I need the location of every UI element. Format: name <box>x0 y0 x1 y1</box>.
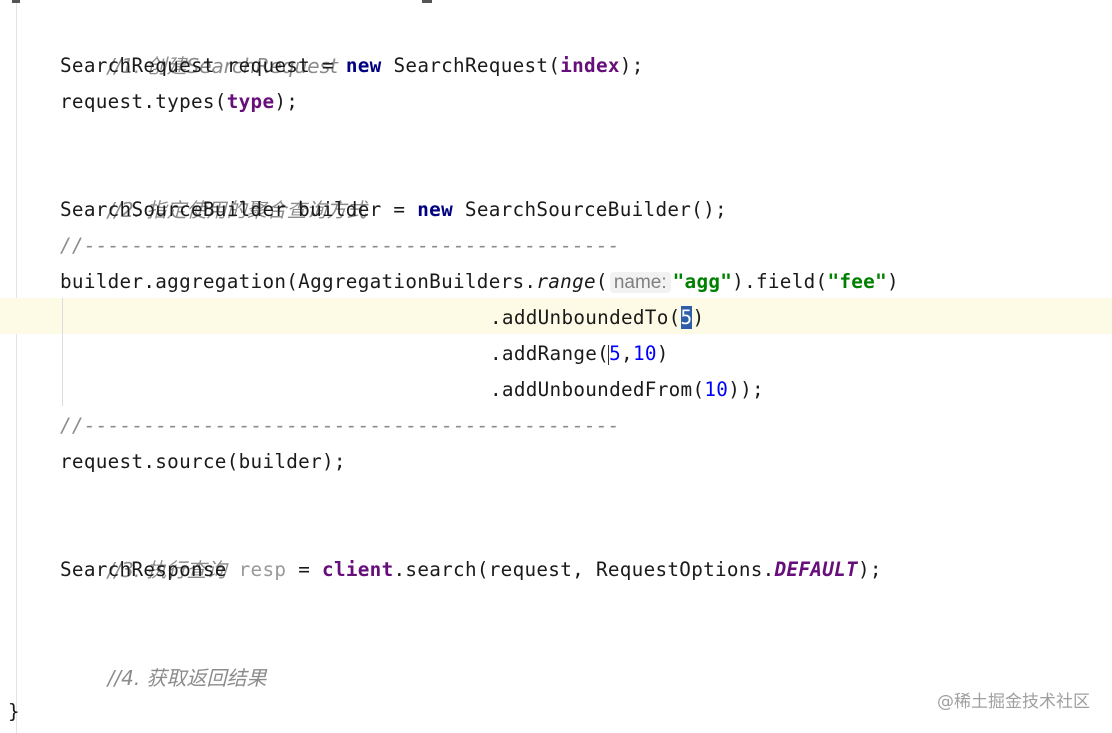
code-line-18[interactable]: //4. 获取返回结果 <box>60 624 267 690</box>
punctuation: , <box>621 342 633 365</box>
editor-gutter-border <box>16 0 17 733</box>
number-literal: 10 <box>632 342 657 365</box>
code-line-13[interactable]: request.source(builder); <box>60 444 346 480</box>
string-literal: "agg" <box>672 270 733 293</box>
selected-number[interactable]: 5 <box>680 306 693 329</box>
code-line-10[interactable]: .addRange(5,10) <box>490 336 669 372</box>
code-line-15[interactable]: //3. 执行查询 <box>60 516 227 582</box>
method-call: request.source(builder); <box>60 450 346 473</box>
method-call: .addUnboundedTo( <box>490 306 681 329</box>
code-line-12[interactable]: //--------------------------------------… <box>60 408 620 444</box>
method-call: request.types( <box>60 90 227 113</box>
divider-comment: //--------------------------------------… <box>60 234 620 257</box>
punctuation: )); <box>728 378 764 401</box>
string-literal: "fee" <box>827 270 887 293</box>
constructor-call: SearchRequest( <box>393 54 561 77</box>
code-line-2[interactable]: SearchRequest request = new SearchReques… <box>60 48 644 84</box>
punctuation: ) <box>656 342 669 365</box>
number-literal: 10 <box>704 378 729 401</box>
code-line-3[interactable]: request.types(type); <box>60 84 298 120</box>
parameter-hint: name: <box>609 272 671 293</box>
method-call: ).field( <box>732 270 828 293</box>
punctuation: ) <box>887 270 899 293</box>
punctuation: ( <box>595 270 608 293</box>
method-call: .search(request, RequestOptions. <box>393 558 775 581</box>
clipped-text-fragment <box>422 0 432 3</box>
comment: //4. 获取返回结果 <box>107 666 267 690</box>
variable: request <box>226 54 311 77</box>
method-call: .addUnboundedFrom( <box>490 378 705 401</box>
operator: = <box>298 558 311 581</box>
code-line-9[interactable]: .addUnboundedTo(5) <box>490 300 704 336</box>
constructor-call: SearchSourceBuilder(); <box>464 198 727 221</box>
indent-guide <box>62 298 63 406</box>
field-ref: index <box>560 54 620 77</box>
code-line-8[interactable]: builder.aggregation(AggregationBuilders.… <box>60 264 899 300</box>
watermark: @稀土掘金技术社区 <box>937 692 1090 712</box>
keyword: new <box>417 198 453 221</box>
punctuation: ); <box>619 54 644 77</box>
keyword: new <box>345 54 382 77</box>
static-constant: DEFAULT <box>774 558 858 581</box>
field-ref: type <box>226 90 275 113</box>
operator: = <box>322 54 334 77</box>
punctuation: ) <box>692 306 705 329</box>
static-method: range <box>536 270 596 293</box>
declaration: SearchSourceBuilder builder = <box>60 198 418 221</box>
number-literal: 5 <box>609 342 622 365</box>
punctuation: ); <box>274 90 299 113</box>
unused-variable: resp <box>238 558 287 581</box>
field-ref: client <box>322 558 394 581</box>
method-call: builder.aggregation(AggregationBuilders. <box>60 270 537 293</box>
clipped-text-fragment <box>12 0 20 3</box>
type-name: SearchRequest <box>60 54 215 77</box>
type-name: SearchResponse <box>60 558 227 581</box>
code-line-11[interactable]: .addUnboundedFrom(10)); <box>490 372 764 408</box>
code-line-1[interactable]: //1. 创建SearchRequest <box>60 12 338 78</box>
method-call: .addRange( <box>490 342 610 365</box>
code-line-6[interactable]: SearchSourceBuilder builder = new Search… <box>60 192 727 228</box>
divider-comment: //--------------------------------------… <box>60 414 620 437</box>
code-line-5[interactable]: //2. 指定使用的聚合查询方式 <box>60 156 367 222</box>
code-line-7[interactable]: //--------------------------------------… <box>60 228 620 264</box>
punctuation: ); <box>857 558 882 581</box>
code-line-16[interactable]: SearchResponse resp = client.search(requ… <box>60 552 882 588</box>
closing-brace: } <box>8 700 20 723</box>
